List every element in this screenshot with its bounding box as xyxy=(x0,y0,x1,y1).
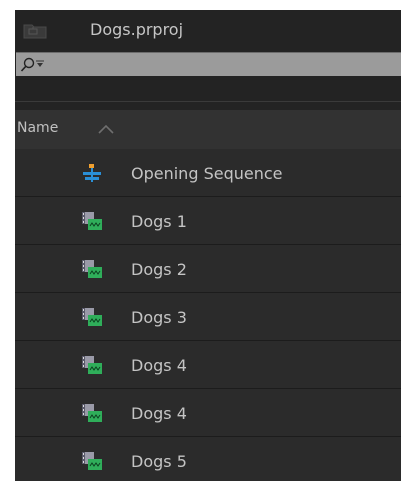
item-label: Dogs 4 xyxy=(131,356,187,375)
search-input[interactable] xyxy=(48,55,398,73)
list-item[interactable]: Dogs 1 xyxy=(15,197,401,245)
list-item[interactable]: Dogs 4 xyxy=(15,389,401,437)
folder-icon[interactable] xyxy=(23,22,47,39)
item-label: Dogs 1 xyxy=(131,212,187,231)
project-title: Dogs.prproj xyxy=(90,20,184,39)
project-item-list: Opening Sequence Dogs 1 Dogs 2 Dogs 3 Do… xyxy=(15,149,401,481)
clip-icon xyxy=(82,212,102,230)
clip-icon xyxy=(82,260,102,278)
project-header: Dogs.prproj xyxy=(15,10,401,50)
search-bar xyxy=(16,52,401,76)
item-label: Dogs 4 xyxy=(131,404,187,423)
item-label: Dogs 3 xyxy=(131,308,187,327)
list-item[interactable]: Opening Sequence xyxy=(15,149,401,197)
list-item[interactable]: Dogs 5 xyxy=(15,437,401,481)
column-name-label: Name xyxy=(17,120,59,136)
sort-ascending-icon[interactable] xyxy=(97,123,115,135)
item-label: Dogs 2 xyxy=(131,260,187,279)
clip-icon xyxy=(82,452,102,470)
clip-icon xyxy=(82,356,102,374)
item-label: Dogs 5 xyxy=(131,452,187,471)
project-panel: Dogs.prproj Name Opening Sequence Dogs 1… xyxy=(15,10,401,481)
clip-icon xyxy=(82,404,102,422)
list-item[interactable]: Dogs 4 xyxy=(15,341,401,389)
clip-icon xyxy=(82,308,102,326)
item-label: Opening Sequence xyxy=(131,164,283,183)
magnifier-icon[interactable] xyxy=(20,56,36,74)
list-item[interactable]: Dogs 3 xyxy=(15,293,401,341)
chevron-down-icon[interactable] xyxy=(35,58,45,68)
column-header-name[interactable]: Name xyxy=(15,110,401,149)
sequence-icon xyxy=(83,164,101,182)
list-item[interactable]: Dogs 2 xyxy=(15,245,401,293)
panel-divider xyxy=(15,101,401,102)
